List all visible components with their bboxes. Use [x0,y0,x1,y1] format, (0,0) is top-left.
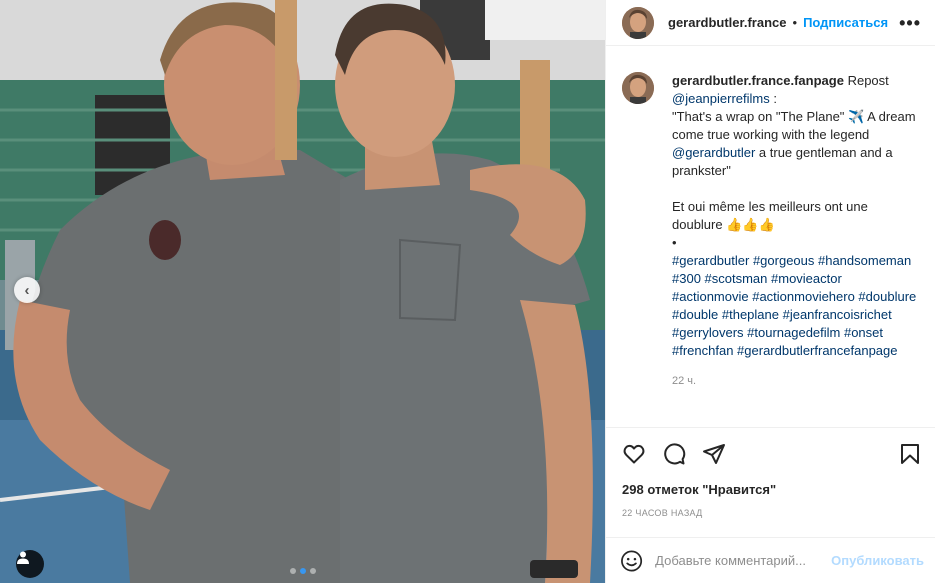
save-button[interactable] [896,440,924,468]
comment-button[interactable] [660,440,688,468]
hashtags[interactable]: #gerardbutler #gorgeous #handsomeman #30… [672,252,920,360]
carousel-dots [290,568,316,574]
post-comment-button[interactable]: Опубликовать [831,553,924,568]
post-photo[interactable]: ‹ [0,0,605,583]
caption-bullet: • [672,235,677,250]
header-separator: • [792,15,798,30]
paper-plane-icon [703,443,725,464]
comment-icon [664,442,686,464]
carousel-dot-active [300,568,306,574]
more-options-button[interactable]: ••• [899,14,921,32]
likes-label: отметок "Нравится" [647,482,777,497]
comment-form: Опубликовать [606,537,935,583]
likes-number: 298 [622,482,644,497]
likes-count[interactable]: 298 отметок "Нравится" [622,482,776,497]
caption-text: gerardbutler.france.fanpage Repost @jean… [672,72,920,390]
bookmark-icon [901,443,919,464]
heart-icon [623,444,645,463]
mention-link[interactable]: @jeanpierrefilms [672,91,770,106]
comment-input[interactable] [655,553,832,568]
user-tag-icon [17,551,29,564]
avatar[interactable] [622,6,654,39]
user-tag-button[interactable] [16,550,44,578]
caption-line3: Et oui même les meilleurs ont une doublu… [672,199,868,232]
caption-time: 22 ч. [672,375,697,387]
carousel-dot [290,568,296,574]
like-button[interactable] [620,440,648,468]
carousel-dot [310,568,316,574]
avatar[interactable] [622,72,654,104]
chevron-left-icon: ‹ [24,281,30,299]
post-header: gerardbutler.france • Подписаться ••• [606,0,935,46]
mention-link[interactable]: @gerardbutler [672,145,755,160]
caption-repost: Repost [847,73,889,88]
action-bar [606,427,935,479]
avatar-image [622,72,654,104]
avatar-image [622,6,654,39]
caption-colon: : [773,91,777,106]
smiley-icon[interactable] [620,549,643,573]
caption-line1: "That's a wrap on "The Plane" ✈️ A dream… [672,109,916,142]
post-side-panel: gerardbutler.france • Подписаться ••• ge… [605,0,935,583]
carousel-prev-button[interactable]: ‹ [14,277,40,303]
header-username[interactable]: gerardbutler.france [668,15,787,30]
caption-username[interactable]: gerardbutler.france.fanpage [672,73,844,88]
caption-block: gerardbutler.france.fanpage Repost @jean… [622,72,925,390]
follow-button[interactable]: Подписаться [803,15,888,30]
share-button[interactable] [700,440,728,468]
post-timestamp: 22 ЧАСОВ НАЗАД [622,508,703,518]
photo-illustration [0,0,605,583]
